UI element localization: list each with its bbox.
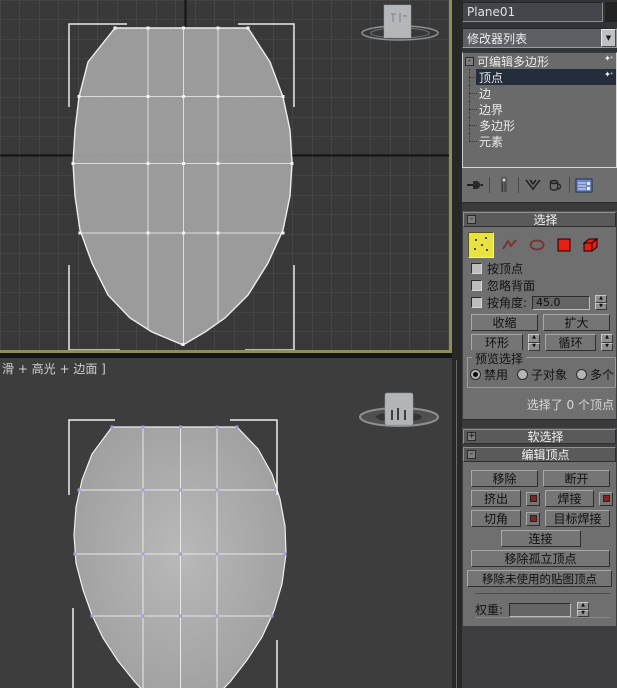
ring-spinner[interactable]: ▲ ▼ bbox=[528, 334, 540, 351]
extrude-button[interactable]: 挤出 bbox=[471, 490, 521, 507]
command-panel: Plane01 修改器列表 ▼ - 可编辑多边形 ✦⁺ 顶点 ✦⁺ 边 边界 多… bbox=[462, 0, 617, 688]
ignore-backfacing-option: 忽略背面 bbox=[463, 277, 616, 294]
collapse-minus-icon[interactable]: - bbox=[467, 215, 476, 224]
show-end-result-icon[interactable] bbox=[493, 175, 515, 195]
remove-button[interactable]: 移除 bbox=[471, 470, 538, 487]
element-mode-icon[interactable] bbox=[580, 235, 602, 255]
radio-label: 禁用 bbox=[484, 368, 509, 382]
target-weld-button[interactable]: 目标焊接 bbox=[545, 510, 610, 527]
loop-spinner[interactable]: ▲ ▼ bbox=[601, 334, 613, 351]
stack-toolbar bbox=[462, 168, 617, 202]
modifier-stack: - 可编辑多边形 ✦⁺ 顶点 ✦⁺ 边 边界 多边形 元素 bbox=[462, 52, 617, 168]
group-label: 预览选择 bbox=[472, 350, 527, 367]
viewport-top[interactable] bbox=[0, 0, 452, 353]
weld-settings-button[interactable] bbox=[599, 491, 613, 506]
configure-modifier-sets-icon[interactable] bbox=[573, 175, 595, 195]
radio-subobject[interactable] bbox=[517, 369, 529, 380]
vertex-dots bbox=[474, 237, 488, 251]
connect-button[interactable]: 连接 bbox=[500, 530, 581, 547]
sparkle-icon: ✦⁺ bbox=[604, 70, 614, 79]
weight-row: 权重: ▲ ▼ bbox=[475, 593, 610, 618]
grow-button[interactable]: 扩大 bbox=[543, 314, 610, 331]
radio-label: 子对象 bbox=[531, 368, 568, 382]
weight-label: 权重: bbox=[475, 603, 504, 617]
subobject-icon-row bbox=[463, 230, 616, 260]
vertex-mode-icon[interactable] bbox=[468, 232, 494, 258]
pin-stack-icon[interactable] bbox=[464, 175, 486, 195]
remove-isolated-vertices-button[interactable]: 移除孤立顶点 bbox=[471, 550, 610, 567]
object-color-swatch[interactable] bbox=[605, 2, 617, 22]
stack-item-vertex[interactable]: 顶点 ✦⁺ bbox=[463, 69, 616, 85]
expand-plus-icon[interactable]: + bbox=[467, 432, 476, 441]
stack-item-label: 边界 bbox=[479, 102, 504, 117]
radio-label: 多个 bbox=[590, 368, 615, 382]
panel-gutter bbox=[452, 0, 462, 688]
stack-item-edge[interactable]: 边 bbox=[463, 85, 616, 101]
ignore-backfacing-checkbox[interactable] bbox=[471, 280, 482, 291]
by-angle-option: 按角度: ▲▼ bbox=[463, 294, 616, 311]
shrink-button[interactable]: 收缩 bbox=[471, 314, 538, 331]
object-name-field[interactable]: Plane01 bbox=[462, 2, 603, 22]
rollout-title: 编辑顶点 bbox=[521, 448, 570, 462]
sparkle-icon: ✦⁺ bbox=[604, 54, 614, 63]
weld-button[interactable]: 焊接 bbox=[545, 490, 594, 507]
preview-selection-group: 预览选择 禁用 子对象 多个 bbox=[467, 350, 616, 388]
radio-off[interactable] bbox=[470, 369, 481, 380]
chevron-down-icon[interactable]: ▼ bbox=[601, 29, 616, 47]
stack-item-label: 元素 bbox=[479, 134, 504, 149]
rollout-selection-body: 按顶点 忽略背面 按角度: ▲▼ 收缩 扩大 环形 ▲▼ 循环 ▲▼ bbox=[463, 227, 616, 419]
stack-item-element[interactable]: 元素 bbox=[463, 133, 616, 149]
modifier-list-label: 修改器列表 bbox=[467, 31, 528, 46]
radio-multiple[interactable] bbox=[576, 369, 588, 380]
panel-top: Plane01 修改器列表 ▼ bbox=[462, 0, 617, 52]
viewport-shading-label[interactable]: 滑 + 高光 + 边面 ] bbox=[2, 360, 106, 377]
stack-item-polygon[interactable]: 多边形 bbox=[463, 117, 616, 133]
make-unique-icon[interactable] bbox=[522, 175, 544, 195]
weight-spinner[interactable]: ▲ ▼ bbox=[577, 602, 590, 617]
stack-item-border[interactable]: 边界 bbox=[463, 101, 616, 117]
by-vertex-option: 按顶点 bbox=[463, 260, 616, 277]
stack-item-editable-poly[interactable]: - 可编辑多边形 ✦⁺ bbox=[463, 53, 616, 69]
rollout-soft-selection-header[interactable]: + 软选择 bbox=[463, 429, 616, 444]
viewport-bottom-canvas bbox=[0, 358, 452, 688]
chamfer-settings-button[interactable] bbox=[526, 511, 540, 526]
collapse-minus-icon[interactable]: - bbox=[467, 450, 476, 459]
chamfer-button[interactable]: 切角 bbox=[471, 510, 521, 527]
by-vertex-checkbox[interactable] bbox=[471, 263, 482, 274]
collapse-minus-icon[interactable]: - bbox=[465, 56, 474, 66]
by-angle-checkbox[interactable] bbox=[471, 297, 482, 308]
checkbox-label: 按角度: bbox=[487, 296, 528, 310]
rollout-edit-vertices-body: 移除 断开 挤出 焊接 切角 目标焊接 连接 移除孤立顶点 移除未使用的贴图顶点… bbox=[463, 462, 616, 626]
rollout-title: 软选择 bbox=[527, 430, 564, 444]
stack-item-label: 顶点 bbox=[479, 70, 504, 85]
weight-input[interactable] bbox=[509, 602, 572, 617]
viewport-top-canvas bbox=[0, 0, 452, 353]
stack-item-label: 边 bbox=[479, 86, 492, 101]
remove-unused-map-verts-button[interactable]: 移除未使用的贴图顶点 bbox=[467, 570, 612, 587]
stack-item-label: 多边形 bbox=[479, 118, 516, 133]
viewport-bottom[interactable]: 滑 + 高光 + 边面 ] bbox=[0, 358, 452, 688]
checkbox-label: 按顶点 bbox=[487, 262, 524, 276]
break-button[interactable]: 断开 bbox=[543, 470, 610, 487]
edge-mode-icon[interactable] bbox=[499, 235, 521, 255]
by-angle-spinner[interactable]: ▲ ▼ bbox=[595, 295, 608, 310]
3dsmax-window: 滑 + 高光 + 边面 ] Plane01 修改器列表 ▼ - 可编辑多边形 ✦… bbox=[0, 0, 617, 688]
loop-button[interactable]: 循环 bbox=[545, 334, 596, 351]
rollout-edit-vertices-header[interactable]: - 编辑顶点 bbox=[463, 447, 616, 462]
by-angle-input[interactable] bbox=[532, 295, 591, 310]
border-mode-icon[interactable] bbox=[526, 235, 548, 255]
remove-modifier-icon[interactable] bbox=[544, 175, 566, 195]
polygon-mode-icon[interactable] bbox=[553, 235, 575, 255]
selection-status-text: 选择了 0 个顶点 bbox=[526, 398, 614, 412]
checkbox-label: 忽略背面 bbox=[487, 279, 536, 293]
stack-item-label: 可编辑多边形 bbox=[477, 54, 550, 69]
extrude-settings-button[interactable] bbox=[526, 491, 540, 506]
modifier-list-dropdown[interactable]: 修改器列表 ▼ bbox=[462, 28, 617, 48]
rollout-selection-header[interactable]: - 选择 bbox=[463, 212, 616, 227]
rollout-title: 选择 bbox=[533, 213, 558, 227]
ring-button[interactable]: 环形 bbox=[471, 334, 523, 351]
preview-selection-radios: 禁用 子对象 多个 bbox=[470, 366, 615, 383]
